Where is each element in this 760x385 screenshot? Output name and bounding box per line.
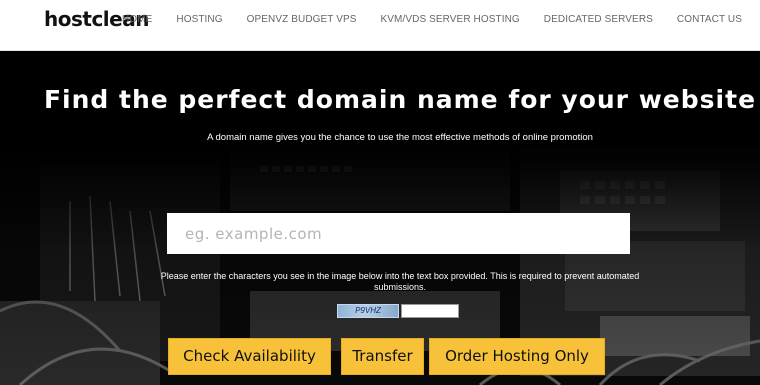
transfer-button[interactable]: Transfer bbox=[341, 338, 424, 375]
site-header: hostclean HOME HOSTING OPENVZ BUDGET VPS… bbox=[0, 0, 760, 51]
domain-search-input[interactable] bbox=[167, 213, 630, 254]
nav-contact-us[interactable]: CONTACT US bbox=[677, 14, 742, 25]
captcha-instructions: Please enter the characters you see in t… bbox=[160, 271, 640, 292]
page-headline: Find the perfect domain name for your we… bbox=[43, 85, 757, 114]
domain-search-hero: Find the perfect domain name for your we… bbox=[0, 51, 760, 385]
captcha-image: P9VHZ bbox=[337, 304, 399, 318]
nav-home[interactable]: HOME bbox=[122, 14, 152, 25]
nav-dedicated-servers[interactable]: DEDICATED SERVERS bbox=[544, 14, 653, 25]
main-nav: HOME HOSTING OPENVZ BUDGET VPS KVM/VDS S… bbox=[98, 14, 742, 25]
page-subheadline: A domain name gives you the chance to us… bbox=[207, 132, 593, 143]
nav-kvm-vds-server-hosting[interactable]: KVM/VDS SERVER HOSTING bbox=[381, 14, 520, 25]
captcha-input[interactable] bbox=[401, 304, 459, 318]
order-hosting-only-button[interactable]: Order Hosting Only bbox=[429, 338, 605, 375]
nav-openvz-budget-vps[interactable]: OPENVZ BUDGET VPS bbox=[247, 14, 357, 25]
nav-hosting[interactable]: HOSTING bbox=[176, 14, 222, 25]
check-availability-button[interactable]: Check Availability bbox=[168, 338, 331, 375]
